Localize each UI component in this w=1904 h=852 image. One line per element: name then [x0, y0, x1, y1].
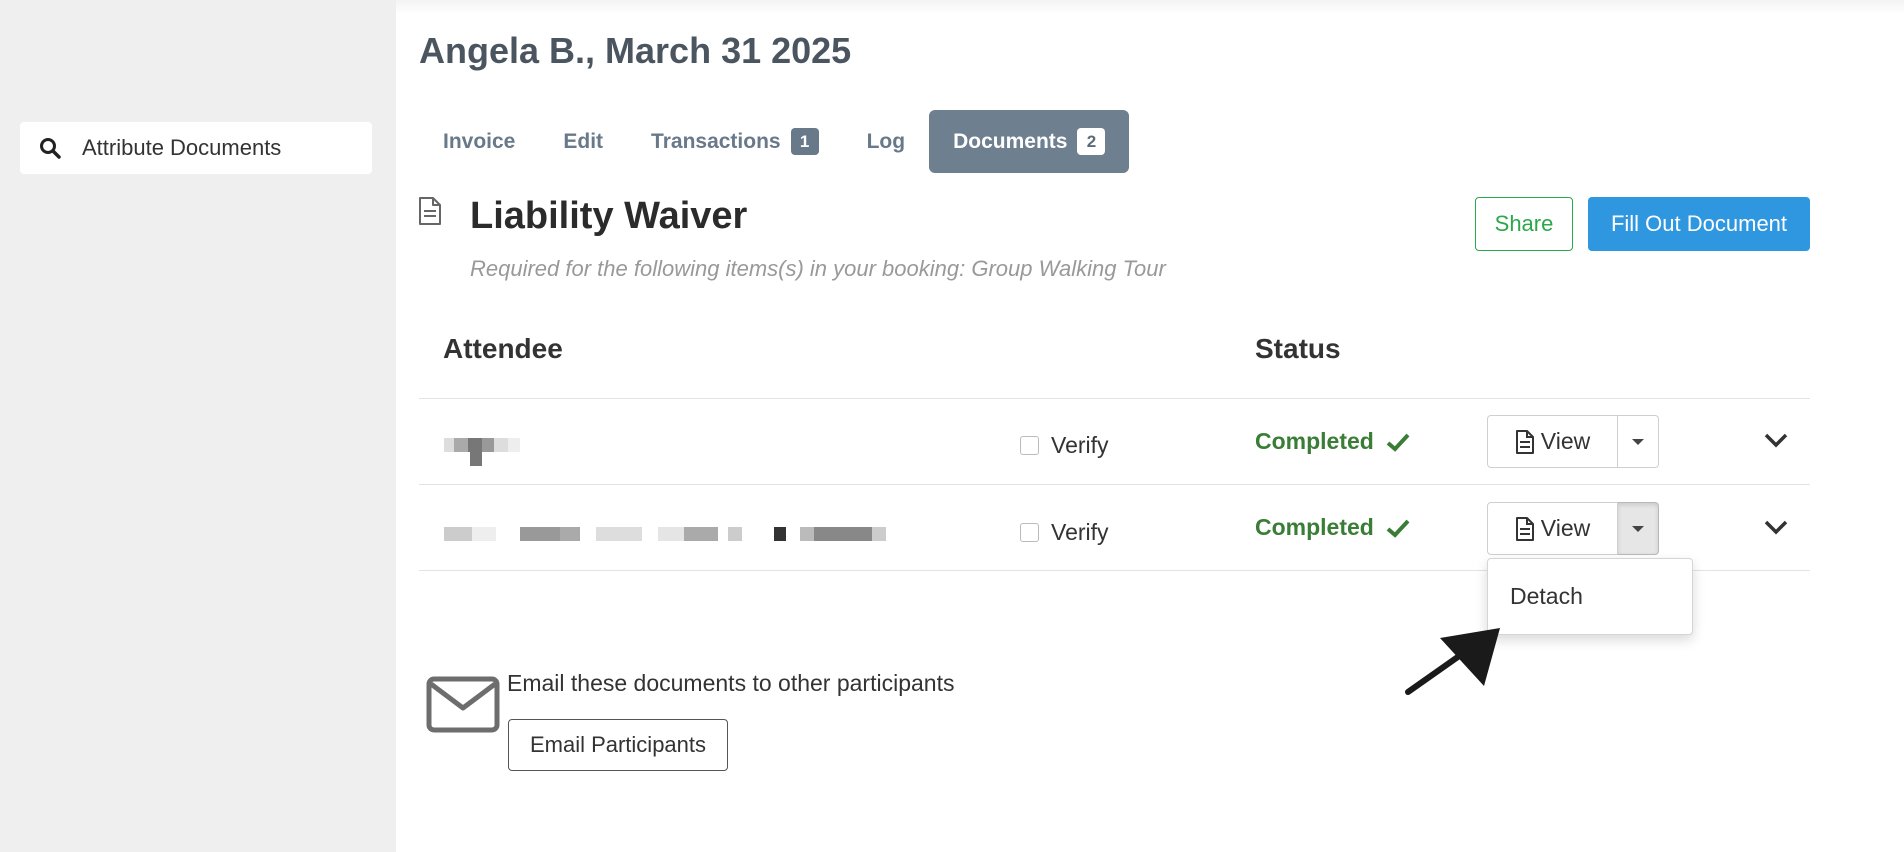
- search-icon: [40, 138, 61, 159]
- email-description: Email these documents to other participa…: [507, 670, 955, 696]
- main-content: Angela B., March 31 2025 Invoice Edit Tr…: [396, 0, 1904, 852]
- verify-label: Verify: [1051, 519, 1109, 545]
- envelope-icon: [426, 676, 500, 733]
- count-badge: 1: [790, 128, 819, 155]
- tab-label: Documents: [953, 129, 1068, 153]
- view-split-button: View: [1487, 502, 1659, 555]
- divider: [419, 398, 1810, 399]
- fill-out-document-button[interactable]: Fill Out Document: [1588, 197, 1810, 251]
- detach-menu-item[interactable]: Detach: [1488, 559, 1692, 634]
- checkbox[interactable]: [1020, 523, 1039, 542]
- status-text: Completed: [1255, 428, 1374, 454]
- attendee-name-redacted: [444, 438, 524, 466]
- email-participants-button[interactable]: Email Participants: [508, 719, 728, 771]
- caret-down-icon: [1632, 438, 1644, 445]
- checkmark-icon: [1386, 519, 1410, 538]
- tab-transactions[interactable]: Transactions 1: [627, 110, 843, 173]
- status-completed: Completed: [1255, 514, 1410, 541]
- file-icon: [1515, 429, 1534, 454]
- verify-label: Verify: [1051, 432, 1109, 458]
- caret-down-icon: [1632, 525, 1644, 532]
- tab-label: Transactions: [651, 129, 781, 153]
- view-dropdown-toggle[interactable]: [1618, 502, 1659, 555]
- attendee-header: Attendee: [443, 333, 563, 364]
- top-shadow: [396, 0, 1904, 14]
- tab-documents[interactable]: Documents 2: [929, 110, 1130, 173]
- view-label: View: [1540, 428, 1591, 454]
- attribute-documents-search[interactable]: Attribute Documents: [20, 122, 372, 174]
- verify-checkbox[interactable]: Verify: [1020, 519, 1109, 546]
- share-button[interactable]: Share: [1475, 197, 1573, 251]
- status-header: Status: [1255, 333, 1341, 364]
- count-badge: 2: [1077, 128, 1106, 155]
- page-title: Angela B., March 31 2025: [419, 30, 852, 71]
- divider: [419, 484, 1810, 485]
- search-label: Attribute Documents: [82, 135, 282, 160]
- chevron-down-icon[interactable]: [1763, 518, 1789, 536]
- tab-edit[interactable]: Edit: [539, 110, 627, 173]
- arrow-pointer-icon: [1405, 628, 1500, 695]
- tab-label: Log: [866, 129, 906, 153]
- document-subtitle: Required for the following items(s) in y…: [470, 256, 1166, 281]
- status-text: Completed: [1255, 514, 1374, 540]
- tab-log[interactable]: Log: [843, 110, 929, 173]
- document-icon: [419, 197, 441, 225]
- chevron-down-icon[interactable]: [1763, 431, 1789, 449]
- document-title: Liability Waiver: [470, 195, 748, 237]
- tab-label: Edit: [563, 129, 604, 153]
- checkmark-icon: [1386, 433, 1410, 452]
- view-label: View: [1540, 515, 1591, 541]
- view-split-button: View: [1487, 415, 1659, 468]
- sidebar: Attribute Documents: [0, 0, 396, 852]
- view-button[interactable]: View: [1487, 502, 1618, 555]
- tab-label: Invoice: [443, 129, 516, 153]
- checkbox[interactable]: [1020, 436, 1039, 455]
- tab-bar: Invoice Edit Transactions 1 Log Document…: [419, 110, 1130, 173]
- attendee-name-redacted: [444, 527, 890, 541]
- view-button[interactable]: View: [1487, 415, 1618, 468]
- view-dropdown-menu: Detach: [1487, 558, 1693, 635]
- file-icon: [1515, 516, 1534, 541]
- view-dropdown-toggle[interactable]: [1618, 415, 1659, 468]
- tab-invoice[interactable]: Invoice: [419, 110, 539, 173]
- status-completed: Completed: [1255, 428, 1410, 455]
- verify-checkbox[interactable]: Verify: [1020, 432, 1109, 459]
